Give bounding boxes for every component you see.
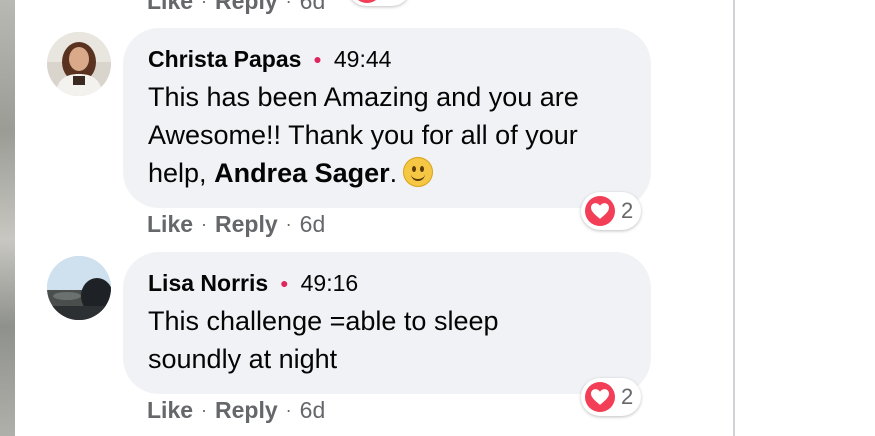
comment-age[interactable]: 6d xyxy=(300,211,326,238)
comment-actions: Like · Reply · 6d xyxy=(147,397,325,424)
avatar[interactable] xyxy=(47,32,111,96)
comment-timestamp[interactable]: 49:44 xyxy=(334,44,392,74)
comment-text: This challenge =able to sleep soundly at… xyxy=(148,306,499,374)
meta-separator: · xyxy=(285,400,292,420)
dot-separator: ● xyxy=(313,51,322,67)
comment-age[interactable]: 6d xyxy=(300,397,326,424)
heart-icon xyxy=(585,196,615,226)
prev-reply-link[interactable]: Reply xyxy=(215,0,278,15)
reaction-pill[interactable]: 2 xyxy=(581,378,642,416)
reply-link[interactable]: Reply xyxy=(215,397,278,424)
comment-timestamp[interactable]: 49:16 xyxy=(301,268,359,298)
comment-author[interactable]: Christa Papas xyxy=(148,44,301,74)
background-photo-edge xyxy=(0,0,15,436)
heart-icon xyxy=(352,0,382,3)
reply-link[interactable]: Reply xyxy=(215,211,278,238)
prev-comment-actions: Like · Reply · 6d xyxy=(147,0,325,15)
prev-comment-age[interactable]: 6d xyxy=(300,0,326,15)
heart-icon xyxy=(585,382,615,412)
reaction-count: 2 xyxy=(621,198,634,223)
mention-link[interactable]: Andrea Sager xyxy=(214,158,390,188)
reaction-count: 2 xyxy=(621,384,634,409)
meta-separator: · xyxy=(285,214,292,234)
meta-separator: · xyxy=(201,0,208,11)
like-link[interactable]: Like xyxy=(147,397,193,424)
comment-header: Christa Papas ● 49:44 xyxy=(148,44,625,74)
comment-header: Lisa Norris ● 49:16 xyxy=(148,268,625,298)
comment-text: This has been Amazing and you are Awesom… xyxy=(148,78,625,192)
meta-separator: · xyxy=(201,214,208,234)
prev-like-link[interactable]: Like xyxy=(147,0,193,15)
prev-reaction-pill[interactable] xyxy=(348,0,410,6)
like-link[interactable]: Like xyxy=(147,211,193,238)
comment-actions: Like · Reply · 6d xyxy=(147,211,325,238)
meta-separator: · xyxy=(285,0,292,11)
smiley-emoji-icon xyxy=(403,157,434,187)
comment-author[interactable]: Lisa Norris xyxy=(148,268,268,298)
comment-text-end: . xyxy=(389,158,398,188)
comment-bubble: Christa Papas ● 49:44 This has been Amaz… xyxy=(123,28,651,208)
avatar-photo-lisa xyxy=(47,256,111,320)
reaction-pill[interactable]: 2 xyxy=(581,192,642,230)
column-divider xyxy=(733,0,735,436)
comment-thread: Like · Reply · 6d Christa Papas ● 49:44 … xyxy=(15,0,733,436)
avatar-photo-christa xyxy=(47,32,111,96)
meta-separator: · xyxy=(201,400,208,420)
dot-separator: ● xyxy=(280,275,289,291)
comment-bubble: Lisa Norris ● 49:16 This challenge =able… xyxy=(123,252,651,394)
avatar[interactable] xyxy=(47,256,111,320)
